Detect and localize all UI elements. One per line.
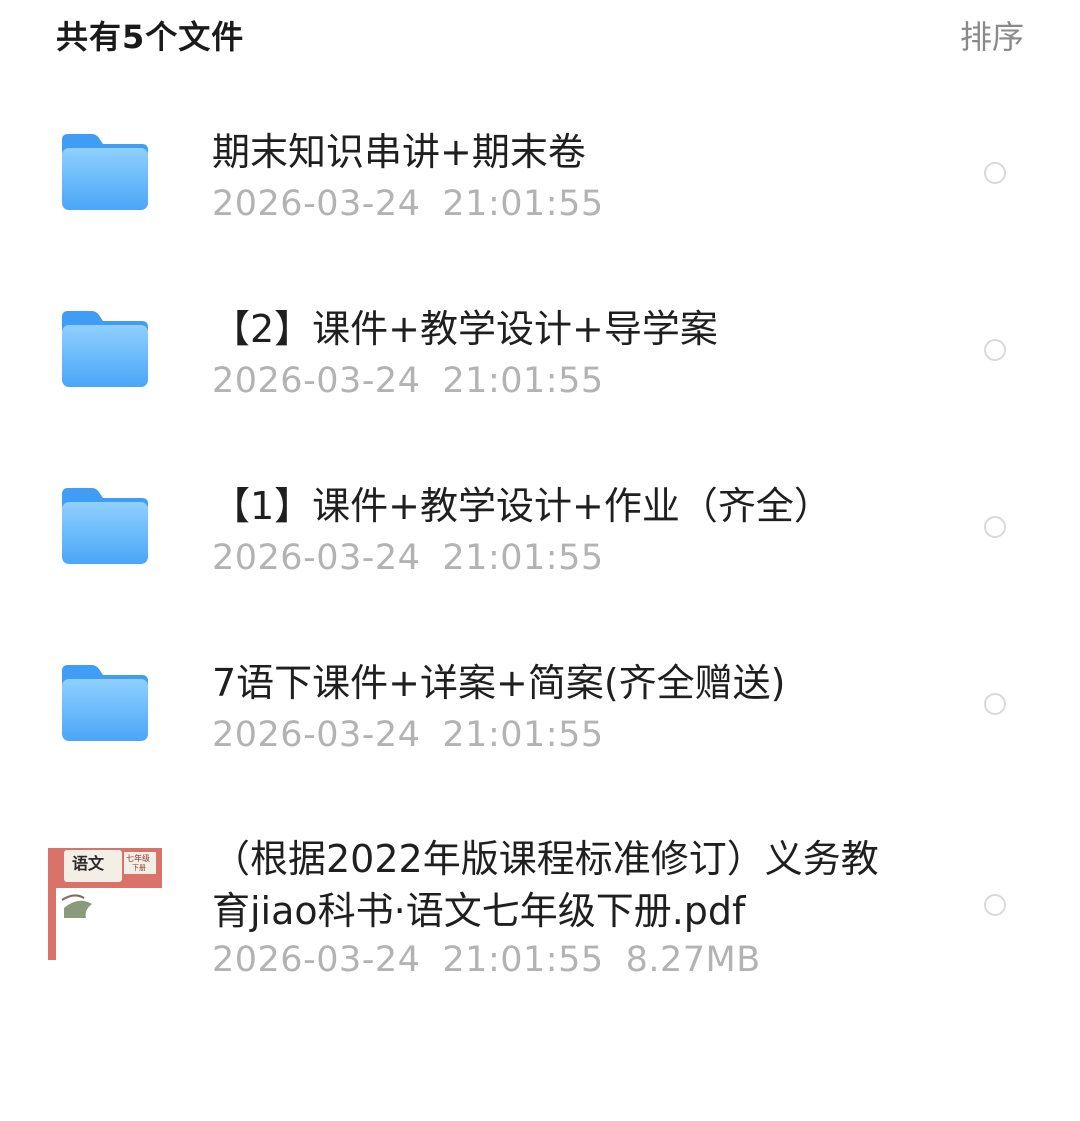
file-date: 2026-03-24 — [212, 184, 421, 224]
select-radio[interactable] — [984, 693, 1006, 715]
file-time: 21:01:55 — [442, 715, 604, 755]
select-radio[interactable] — [984, 339, 1006, 361]
folder-icon — [62, 134, 148, 210]
select-radio[interactable] — [984, 162, 1006, 184]
file-date: 2026-03-24 — [212, 715, 421, 755]
file-count-title: 共有5个文件 — [56, 18, 245, 56]
file-size: 8.27MB — [625, 940, 761, 980]
folder-icon — [62, 488, 148, 564]
file-name: 【2】课件+教学设计+导学案 — [212, 307, 718, 351]
file-time: 21:01:55 — [442, 184, 604, 224]
folder-icon — [62, 311, 148, 387]
file-meta: 2026-03-24 21:01:55 — [212, 538, 604, 578]
select-radio[interactable] — [984, 516, 1006, 538]
file-list-header: 共有5个文件 排序 — [0, 0, 1080, 70]
file-meta: 2026-03-24 21:01:55 — [212, 184, 604, 224]
select-radio[interactable] — [984, 894, 1006, 916]
file-name: 期末知识串讲+期末卷 — [212, 130, 586, 174]
file-name: （根据2022年版课程标准修订）义务教育jiao科书·语文七年级下册.pdf — [212, 837, 879, 933]
file-name: 【1】课件+教学设计+作业（齐全） — [212, 484, 832, 528]
file-time: 21:01:55 — [442, 940, 604, 980]
file-date: 2026-03-24 — [212, 538, 421, 578]
file-date: 2026-03-24 — [212, 361, 421, 401]
file-date: 2026-03-24 — [212, 940, 421, 980]
file-name: 7语下课件+详案+简案(齐全赠送) — [212, 661, 786, 705]
file-time: 21:01:55 — [442, 538, 604, 578]
sort-button[interactable]: 排序 — [960, 12, 1024, 58]
cover-title: 语文 — [72, 854, 105, 873]
file-meta: 2026-03-24 21:01:55 8.27MB — [212, 940, 761, 980]
pdf-thumbnail: 语文 七年级 下册 — [48, 848, 162, 960]
file-time: 21:01:55 — [442, 361, 604, 401]
folder-icon — [62, 665, 148, 741]
file-meta: 2026-03-24 21:01:55 — [212, 361, 604, 401]
cover-volume: 下册 — [132, 864, 146, 872]
file-meta: 2026-03-24 21:01:55 — [212, 715, 604, 755]
